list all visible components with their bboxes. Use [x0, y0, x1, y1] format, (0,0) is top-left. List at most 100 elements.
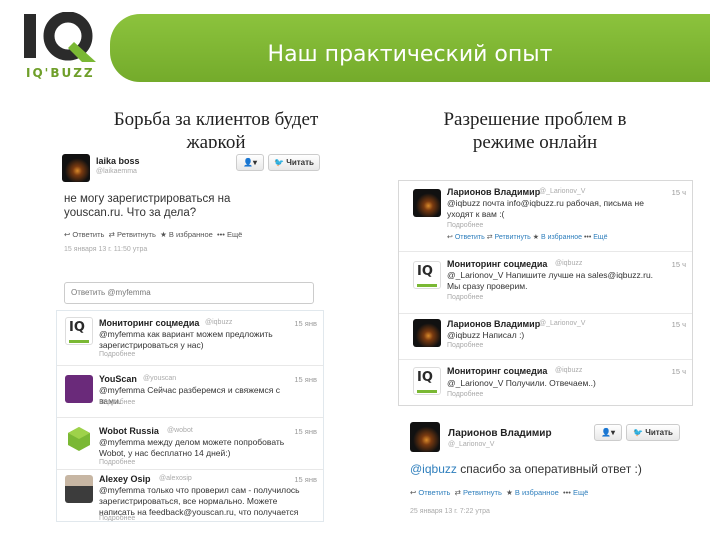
- retweet-link[interactable]: Ретвитнуть: [117, 230, 156, 239]
- favorite-link[interactable]: В избранное: [169, 230, 213, 239]
- reply-icon: ↩: [410, 488, 417, 497]
- thread-time: 15 ч: [671, 260, 686, 269]
- thread-author[interactable]: Ларионов Владимир: [447, 319, 540, 329]
- avatar: [62, 154, 90, 182]
- right-tweet-card: Ларионов Владимир @_Larionov_V 👤▾ 🐦 Чита…: [404, 416, 686, 524]
- follow-button[interactable]: 🐦 Читать: [626, 424, 680, 441]
- thread-text: @iqbuzz Написал :): [447, 330, 525, 340]
- thread-handle: @_Larionov_V: [539, 188, 586, 195]
- left-tweet-card: laika boss @laikaemma 👤▾ 🐦 Читать не мог…: [56, 148, 324, 260]
- more-icon: •••: [216, 230, 225, 239]
- title-banner: Наш практический опыт: [110, 14, 710, 82]
- avatar: [410, 422, 440, 452]
- right-heading: Разрешение проблем в режиме онлайн: [443, 109, 627, 153]
- divider: [57, 365, 323, 366]
- reply-meta[interactable]: Подробнее: [99, 515, 135, 521]
- reply-link[interactable]: Ответить: [455, 234, 485, 241]
- tweet-actions: ↩ Ответить ⇄ Ретвитнуть ★ В избранное ••…: [410, 488, 588, 497]
- more-link[interactable]: Ещё: [593, 234, 607, 241]
- user-actions-button[interactable]: 👤▾: [594, 424, 622, 441]
- avatar: [413, 319, 441, 347]
- avatar: [65, 375, 93, 403]
- avatar: IQ: [413, 261, 441, 289]
- tweet-text: @iqbuzz спасибо за оперативный ответ :): [410, 462, 642, 476]
- reply-input[interactable]: Ответить @myfemma: [64, 282, 314, 304]
- reply-handle: @youscan: [143, 375, 177, 382]
- reply-text: @myfemma только что проверил сам - получ…: [99, 485, 300, 517]
- favorite-link[interactable]: В избранное: [515, 488, 559, 497]
- reply-link[interactable]: Ответить: [418, 488, 450, 497]
- thread-handle: @iqbuzz: [555, 367, 583, 374]
- retweet-link[interactable]: Ретвитнуть: [495, 234, 531, 241]
- list-item[interactable]: IQ Мониторинг соцмедиа @iqbuzz 15 ч @_La…: [399, 253, 692, 311]
- list-item[interactable]: Ларионов Владимир @_Larionov_V 15 ч @iqb…: [399, 315, 692, 357]
- list-item[interactable]: IQ Мониторинг соцмедиа @iqbuzz 15 янв @m…: [57, 311, 323, 363]
- retweet-icon: ⇄: [486, 234, 493, 241]
- thread-text: @_Larionov_V Напишите лучше на sales@iqb…: [447, 270, 654, 291]
- user-actions-button[interactable]: 👤▾: [236, 154, 264, 171]
- right-thread-card: Ларионов Владимир @_Larionov_V 15 ч @iqb…: [398, 180, 693, 406]
- tweet-date: 25 января 13 г. 7:22 утра: [410, 508, 490, 515]
- list-item[interactable]: Alexey Osip @alexosip 15 янв @myfemma то…: [57, 471, 323, 521]
- reply-author[interactable]: Мониторинг соцмедиа: [99, 318, 199, 328]
- reply-time: 15 янв: [294, 319, 317, 328]
- favorite-link[interactable]: В избранное: [541, 234, 582, 241]
- thread-author[interactable]: Мониторинг соцмедиа: [447, 366, 547, 376]
- divider: [57, 469, 323, 470]
- thread-handle: @_Larionov_V: [539, 320, 586, 327]
- reply-time: 15 янв: [294, 427, 317, 436]
- follow-button[interactable]: 🐦 Читать: [268, 154, 320, 171]
- avatar: IQ: [65, 317, 93, 345]
- reply-link[interactable]: Ответить: [72, 230, 104, 239]
- thread-text: @iqbuzz почта info@iqbuzz.ru рабочая, пи…: [447, 198, 644, 219]
- thread-meta[interactable]: Подробнее: [447, 342, 483, 349]
- thread-time: 15 ч: [671, 367, 686, 376]
- tweet-handle[interactable]: @laikaemma: [96, 168, 137, 175]
- tweet-handle[interactable]: @_Larionov_V: [448, 441, 494, 448]
- reply-icon: ↩: [64, 230, 71, 239]
- thread-handle: @iqbuzz: [555, 260, 583, 267]
- reply-author[interactable]: YouScan: [99, 374, 137, 384]
- tweet-author[interactable]: Ларионов Владимир: [448, 428, 552, 439]
- more-link[interactable]: Ещё: [573, 488, 588, 497]
- star-icon: ★: [532, 234, 540, 241]
- list-item[interactable]: Wobot Russia @wobot 15 янв @myfemma межд…: [57, 419, 323, 469]
- reply-author[interactable]: Wobot Russia: [99, 426, 159, 436]
- list-item[interactable]: YouScan @youscan 15 янв @myfemma Сейчас …: [57, 367, 323, 417]
- tweet-text: не могу зарегистрироваться на youscan.ru…: [64, 193, 231, 219]
- thread-meta[interactable]: Подробнее: [447, 391, 483, 398]
- list-item[interactable]: IQ Мониторинг соцмедиа @iqbuzz 15 ч @_La…: [399, 361, 692, 405]
- divider: [399, 251, 692, 252]
- reply-icon: ↩: [447, 234, 453, 241]
- logo-text: IQ'BUZZ: [26, 66, 95, 80]
- reply-time: 15 янв: [294, 375, 317, 384]
- user-icon: 👤: [601, 428, 611, 437]
- wobot-logo-icon: [65, 425, 93, 453]
- divider: [399, 359, 692, 360]
- avatar: [413, 189, 441, 217]
- reply-text: @myfemma как вариант можем предложить за…: [99, 329, 273, 350]
- reply-meta[interactable]: Подробнее: [99, 399, 135, 406]
- slide-title: Наш практический опыт: [267, 42, 553, 67]
- reply-meta[interactable]: Подробнее: [99, 351, 135, 358]
- thread-author[interactable]: Мониторинг соцмедиа: [447, 259, 547, 269]
- avatar: [65, 475, 93, 503]
- reply-author[interactable]: Alexey Osip: [99, 474, 151, 484]
- list-item[interactable]: Ларионов Владимир @_Larionov_V 15 ч @iqb…: [399, 181, 692, 249]
- left-replies-card: IQ Мониторинг соцмедиа @iqbuzz 15 янв @m…: [56, 310, 324, 522]
- mention-link[interactable]: @iqbuzz: [410, 462, 457, 476]
- bird-icon: 🐦: [633, 428, 643, 437]
- retweet-link[interactable]: Ретвитнуть: [463, 488, 502, 497]
- star-icon: ★: [160, 230, 167, 239]
- thread-author[interactable]: Ларионов Владимир: [447, 187, 540, 197]
- tweet-date: 15 января 13 г. 11:50 утра: [64, 246, 148, 253]
- thread-time: 15 ч: [671, 188, 686, 197]
- reply-text: @myfemma между делом можете попробовать …: [99, 437, 285, 458]
- reply-meta[interactable]: Подробнее: [99, 459, 135, 466]
- thread-meta[interactable]: Подробнее: [447, 222, 483, 229]
- thread-meta[interactable]: Подробнее: [447, 294, 483, 301]
- tweet-author[interactable]: laika boss: [96, 156, 140, 166]
- more-link[interactable]: Ещё: [227, 230, 242, 239]
- divider: [57, 417, 323, 418]
- iq-logo-icon: [24, 12, 96, 62]
